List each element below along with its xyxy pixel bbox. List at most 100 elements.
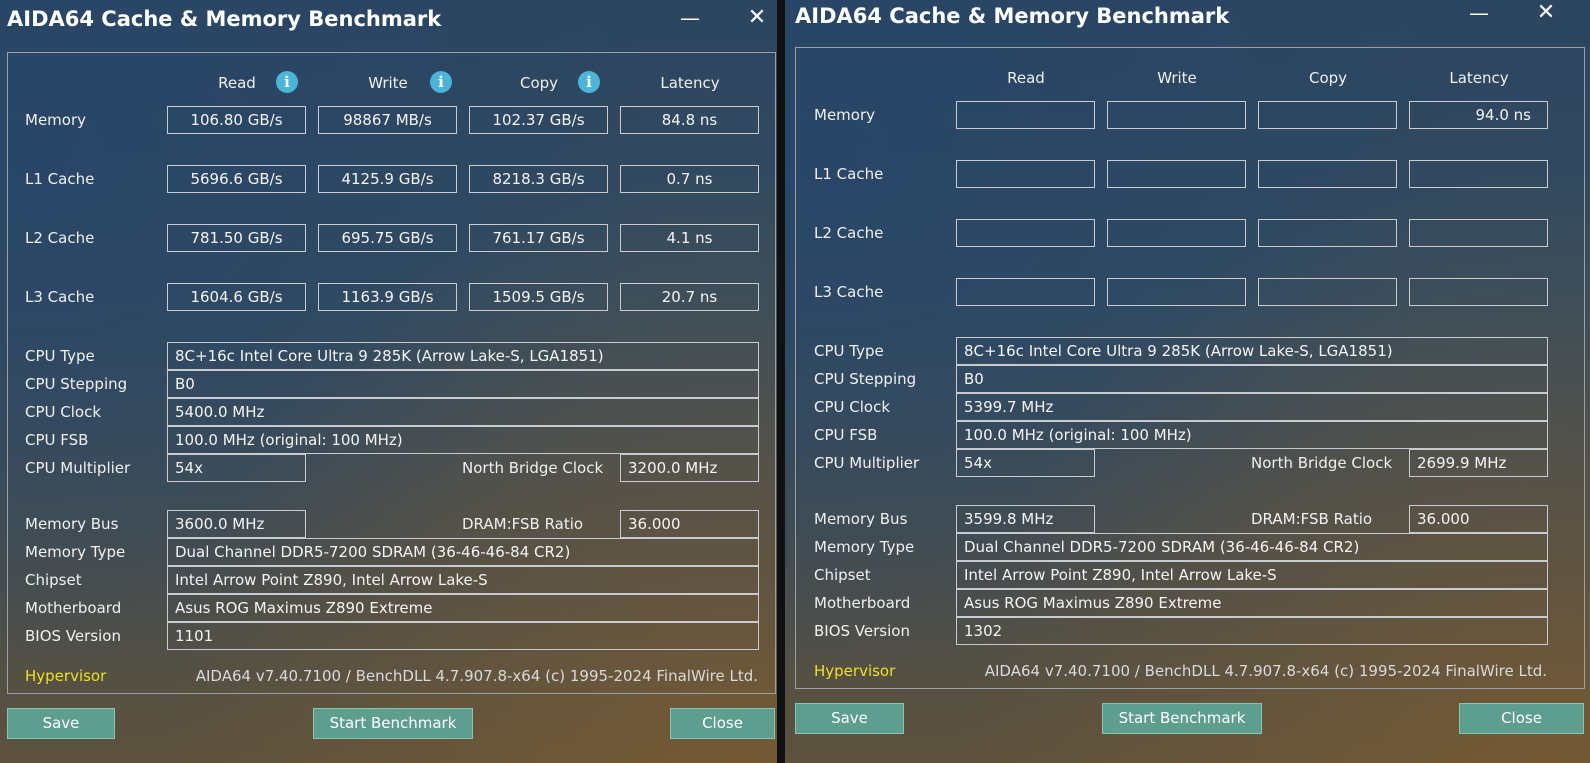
row-label-memory: Memory (814, 106, 876, 124)
dram-fsb-ratio-value: 36.000 (1409, 505, 1548, 533)
cpu-clock-value: 5399.7 MHz (956, 393, 1548, 421)
cpu-fsb-value: 100.0 MHz (original: 100 MHz) (167, 426, 759, 454)
l3-read-value (956, 278, 1095, 306)
row-label-l2-cache: L2 Cache (814, 224, 884, 242)
dram-fsb-ratio-label: DRAM:FSB Ratio (462, 515, 584, 533)
l1-write-value (1107, 160, 1246, 188)
memory-bus-label: Memory Bus (25, 515, 119, 533)
save-button[interactable]: Save (7, 708, 115, 739)
memory-bus-label: Memory Bus (814, 510, 908, 528)
row-label-l1-cache: L1 Cache (25, 170, 95, 188)
memory-read-value (956, 101, 1095, 129)
l1-copy-value (1258, 160, 1397, 188)
memory-copy-value (1258, 101, 1397, 129)
close-button[interactable]: Close (1459, 703, 1584, 734)
cpu-clock-label: CPU Clock (814, 398, 891, 416)
chipset-value: Intel Arrow Point Z890, Intel Arrow Lake… (956, 561, 1548, 589)
chipset-value: Intel Arrow Point Z890, Intel Arrow Lake… (167, 566, 759, 594)
memory-latency-value: 94.0 ns (1409, 101, 1548, 129)
l3-copy-value (1258, 278, 1397, 306)
window-title: AIDA64 Cache & Memory Benchmark (7, 7, 442, 31)
l2-copy-value (1258, 219, 1397, 247)
l1-write-value: 4125.9 GB/s (318, 165, 457, 193)
cpu-fsb-value: 100.0 MHz (original: 100 MHz) (956, 421, 1548, 449)
cpu-stepping-value: B0 (167, 370, 759, 398)
header-read: Read (1007, 69, 1045, 87)
close-icon[interactable]: ✕ (1532, 0, 1560, 26)
start-benchmark-button[interactable]: Start Benchmark (1102, 703, 1262, 734)
chipset-label: Chipset (814, 566, 871, 584)
hypervisor-link[interactable]: Hypervisor (25, 667, 106, 685)
dram-fsb-ratio-label: DRAM:FSB Ratio (1251, 510, 1373, 528)
l3-latency-value: 20.7 ns (620, 283, 759, 311)
cpu-clock-value: 5400.0 MHz (167, 398, 759, 426)
l2-copy-value: 761.17 GB/s (469, 224, 608, 252)
row-label-l1-cache: L1 Cache (814, 165, 884, 183)
cpu-type-value: 8C+16c Intel Core Ultra 9 285K (Arrow La… (956, 337, 1548, 365)
chipset-label: Chipset (25, 571, 82, 589)
memory-bus-value: 3599.8 MHz (956, 505, 1095, 533)
cpu-multiplier-label: CPU Multiplier (814, 454, 920, 472)
cpu-multiplier-value: 54x (956, 449, 1095, 477)
info-icon[interactable]: i (276, 71, 298, 93)
l2-write-value (1107, 219, 1246, 247)
window-divider (777, 0, 785, 763)
l1-latency-value: 0.7 ns (620, 165, 759, 193)
l2-write-value: 695.75 GB/s (318, 224, 457, 252)
start-benchmark-button[interactable]: Start Benchmark (313, 708, 473, 739)
l1-read-value (956, 160, 1095, 188)
l1-latency-value (1409, 160, 1548, 188)
memory-type-value: Dual Channel DDR5-7200 SDRAM (36-46-46-8… (956, 533, 1548, 561)
header-latency: Latency (1449, 69, 1509, 87)
memory-bus-value: 3600.0 MHz (167, 510, 306, 538)
l2-read-value: 781.50 GB/s (167, 224, 306, 252)
row-label-l3-cache: L3 Cache (814, 283, 884, 301)
north-bridge-clock-value: 3200.0 MHz (620, 454, 759, 482)
close-icon[interactable]: ✕ (743, 5, 771, 31)
motherboard-value: Asus ROG Maximus Z890 Extreme (167, 594, 759, 622)
minimize-icon[interactable]: — (676, 5, 704, 31)
memory-copy-value: 102.37 GB/s (469, 106, 608, 134)
benchmark-window-left: AIDA64 Cache & Memory Benchmark — ✕ Read… (0, 0, 777, 763)
l1-read-value: 5696.6 GB/s (167, 165, 306, 193)
hypervisor-link[interactable]: Hypervisor (814, 662, 895, 680)
cpu-type-label: CPU Type (814, 342, 884, 360)
l1-copy-value: 8218.3 GB/s (469, 165, 608, 193)
copyright-text: AIDA64 v7.40.7100 / BenchDLL 4.7.907.8-x… (984, 662, 1547, 680)
motherboard-label: Motherboard (814, 594, 911, 612)
cpu-fsb-label: CPU FSB (814, 426, 878, 444)
info-icon[interactable]: i (430, 71, 452, 93)
memory-write-value: 98867 MB/s (318, 106, 457, 134)
info-icon[interactable]: i (578, 71, 600, 93)
cpu-multiplier-value: 54x (167, 454, 306, 482)
close-button[interactable]: Close (670, 708, 775, 739)
dram-fsb-ratio-value: 36.000 (620, 510, 759, 538)
l2-latency-value: 4.1 ns (620, 224, 759, 252)
cpu-stepping-label: CPU Stepping (814, 370, 917, 388)
cpu-clock-label: CPU Clock (25, 403, 102, 421)
header-latency: Latency (660, 74, 720, 92)
save-button[interactable]: Save (795, 703, 904, 734)
minimize-icon[interactable]: — (1465, 0, 1493, 26)
memory-type-label: Memory Type (814, 538, 915, 556)
north-bridge-clock-label: North Bridge Clock (462, 459, 604, 477)
row-label-l2-cache: L2 Cache (25, 229, 95, 247)
cpu-stepping-label: CPU Stepping (25, 375, 128, 393)
cpu-type-value: 8C+16c Intel Core Ultra 9 285K (Arrow La… (167, 342, 759, 370)
memory-type-value: Dual Channel DDR5-7200 SDRAM (36-46-46-8… (167, 538, 759, 566)
l2-read-value (956, 219, 1095, 247)
l3-read-value: 1604.6 GB/s (167, 283, 306, 311)
cpu-multiplier-label: CPU Multiplier (25, 459, 131, 477)
bios-version-value: 1101 (167, 622, 759, 650)
memory-type-label: Memory Type (25, 543, 126, 561)
header-write: Write (1157, 69, 1197, 87)
l3-write-value: 1163.9 GB/s (318, 283, 457, 311)
cpu-type-label: CPU Type (25, 347, 95, 365)
l2-latency-value (1409, 219, 1548, 247)
bios-version-label: BIOS Version (25, 627, 121, 645)
memory-read-value: 106.80 GB/s (167, 106, 306, 134)
bios-version-value: 1302 (956, 617, 1548, 645)
copyright-text: AIDA64 v7.40.7100 / BenchDLL 4.7.907.8-x… (195, 667, 758, 685)
memory-latency-value: 84.8 ns (620, 106, 759, 134)
north-bridge-clock-value: 2699.9 MHz (1409, 449, 1548, 477)
